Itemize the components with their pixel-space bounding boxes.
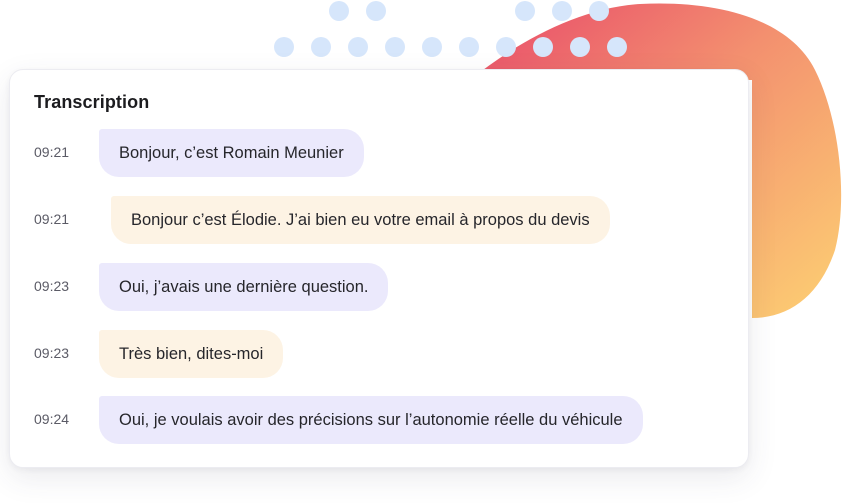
message-row: 09:21 Bonjour, c’est Romain Meunier [10, 129, 748, 177]
message-timestamp: 09:24 [34, 411, 70, 427]
dot [329, 1, 349, 21]
dot [570, 37, 590, 57]
agent-message-bubble: Bonjour, c’est Romain Meunier [99, 129, 364, 177]
dot [552, 1, 572, 21]
dot [515, 1, 535, 21]
message-timestamp: 09:21 [34, 211, 70, 227]
dot [348, 37, 368, 57]
message-timestamp: 09:21 [34, 144, 70, 160]
dot [385, 37, 405, 57]
dot [496, 37, 516, 57]
dot [533, 37, 553, 57]
transcription-title: Transcription [34, 92, 150, 112]
dot [422, 37, 442, 57]
agent-message-bubble: Oui, j’avais une dernière question. [99, 263, 389, 311]
message-timestamp: 09:23 [34, 278, 70, 294]
client-message-bubble: Bonjour c’est Élodie. J’ai bien eu votre… [111, 196, 610, 244]
dot [274, 37, 294, 57]
dot [311, 37, 331, 57]
message-row: 09:23 Oui, j’avais une dernière question… [10, 263, 748, 311]
message-row: 09:23 Très bien, dites-moi [10, 330, 748, 378]
dot [607, 37, 627, 57]
message-row: 09:24 Oui, je voulais avoir des précisio… [10, 396, 748, 444]
agent-message-bubble: Oui, je voulais avoir des précisions sur… [99, 396, 643, 444]
message-row: 09:21 Bonjour c’est Élodie. J’ai bien eu… [10, 196, 748, 244]
dot [459, 37, 479, 57]
message-timestamp: 09:23 [34, 345, 70, 361]
dot [366, 1, 386, 21]
transcription-card: Transcription 09:21 Bonjour, c’est Romai… [9, 69, 749, 468]
dot [589, 1, 609, 21]
client-message-bubble: Très bien, dites-moi [99, 330, 284, 378]
